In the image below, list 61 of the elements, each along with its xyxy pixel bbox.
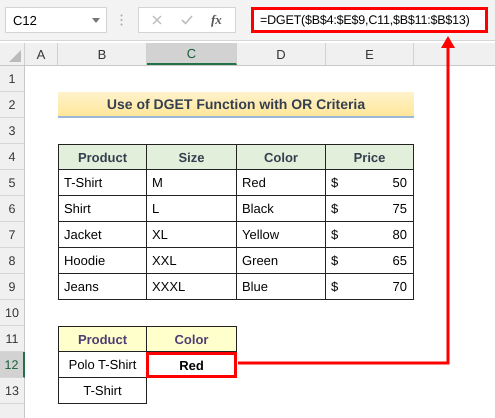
row-header[interactable]: 13 (0, 378, 25, 404)
row-header[interactable]: 2 (0, 92, 25, 118)
row-header[interactable]: 1 (0, 66, 25, 92)
column-header[interactable]: E (326, 43, 414, 65)
formula-field[interactable]: =DGET($B$4:$E$9,C11,$B$11:$B$13) (251, 7, 488, 33)
criteria-cell: Polo T-Shirt (58, 352, 147, 378)
row-header[interactable] (0, 404, 25, 418)
row-header[interactable]: 4 (0, 144, 25, 170)
dropdown-icon[interactable] (92, 18, 100, 22)
table-cell: Black (237, 196, 326, 222)
insert-function-button[interactable]: fx (210, 12, 222, 28)
check-icon[interactable] (180, 15, 193, 25)
header-cell: Color (237, 144, 326, 170)
price-value: 65 (392, 253, 407, 268)
row-header[interactable]: 11 (0, 326, 25, 352)
table-cell: L (147, 196, 237, 222)
table-cell: Red (237, 170, 326, 196)
currency-symbol: $ (331, 227, 338, 242)
price-value: 50 (392, 175, 407, 190)
table-cell: Green (237, 248, 326, 274)
table-cell: Blue (237, 274, 326, 300)
result-cell[interactable]: Red (146, 352, 237, 378)
row-header[interactable]: 12 (0, 352, 25, 378)
criteria-header-cell: Product (58, 326, 147, 352)
table-cell: XXXL (147, 274, 237, 300)
price-value: 70 (392, 279, 407, 294)
currency-symbol: $ (331, 201, 338, 216)
currency-symbol: $ (331, 253, 338, 268)
row-header[interactable]: 8 (0, 248, 25, 274)
column-header[interactable]: D (237, 43, 326, 65)
price-value: 80 (392, 227, 407, 242)
cancel-icon[interactable] (152, 15, 162, 25)
table-cell: Shirt (58, 196, 147, 222)
row-header[interactable]: 5 (0, 170, 25, 196)
row-header[interactable]: 10 (0, 300, 25, 326)
price-value: 75 (392, 201, 407, 216)
row-header[interactable]: 9 (0, 274, 25, 300)
select-all-icon[interactable] (9, 50, 21, 62)
column-header[interactable]: A (25, 43, 58, 65)
header-cell: Product (58, 144, 147, 170)
header-cell: Price (326, 144, 414, 170)
table-cell: Yellow (237, 222, 326, 248)
currency-symbol: $ (331, 175, 338, 190)
header-cell: Size (147, 144, 237, 170)
table-cell: XL (147, 222, 237, 248)
row-header[interactable]: 3 (0, 118, 25, 144)
table-cell: XXL (147, 248, 237, 274)
table-cell: Hoodie (58, 248, 147, 274)
column-header[interactable]: C (147, 43, 237, 65)
row-header[interactable]: 7 (0, 222, 25, 248)
grip-icon (120, 14, 123, 26)
currency-symbol: $ (331, 279, 338, 294)
criteria-cell: T-Shirt (58, 378, 147, 404)
table-cell: T-Shirt (58, 170, 147, 196)
row-header[interactable]: 6 (0, 196, 25, 222)
name-box[interactable]: C12 (5, 7, 107, 33)
table-cell: Jacket (58, 222, 147, 248)
table-cell: M (147, 170, 237, 196)
table-cell: Jeans (58, 274, 147, 300)
sheet-title: Use of DGET Function with OR Criteria (58, 92, 414, 118)
criteria-header-cell: Color (147, 326, 237, 352)
